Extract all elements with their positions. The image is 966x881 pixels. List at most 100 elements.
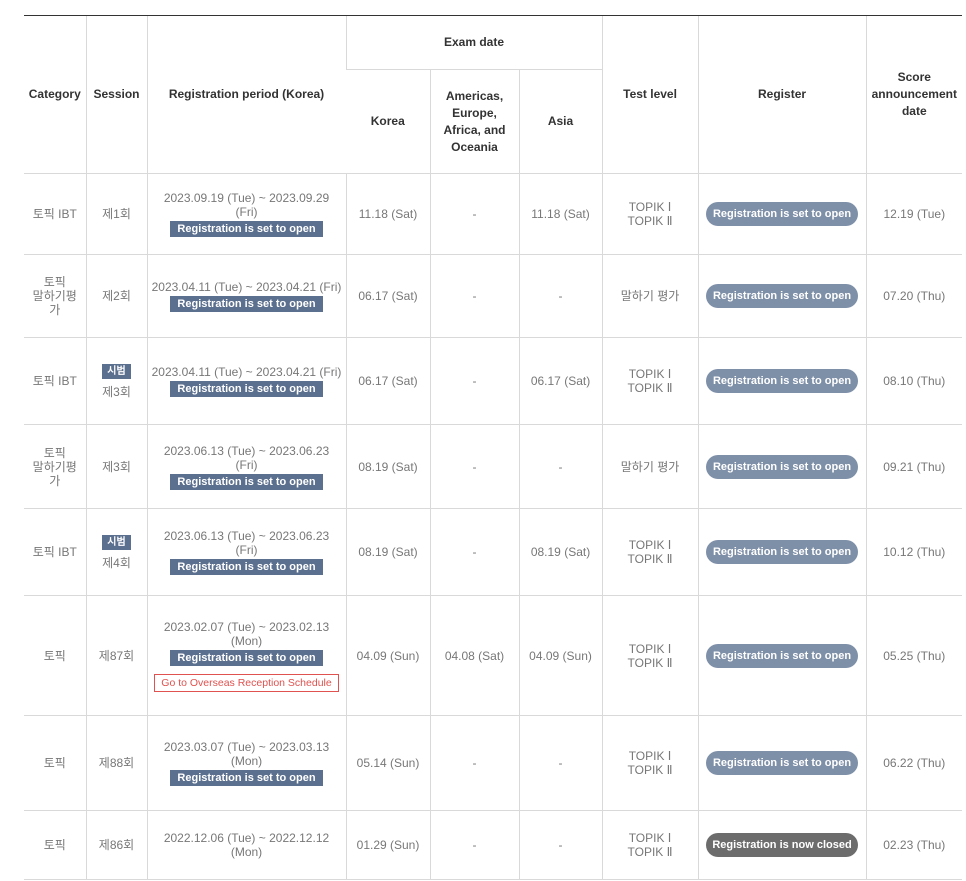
- table-row: 토픽 IBT 제1회 2023.09.19 (Tue) ~ 2023.09.29 (…: [24, 173, 963, 255]
- cell-date-korea: 04.09 (Sun): [345, 595, 430, 716]
- cell-category: 토픽: [24, 715, 86, 811]
- cell-register: Registration is set to open: [697, 337, 867, 425]
- cell-date-korea: 06.17 (Sat): [345, 337, 430, 425]
- header-registration-period: Registration period (Korea): [146, 15, 346, 174]
- pilot-badge: 시범: [102, 535, 131, 550]
- cell-session: 제87회: [85, 595, 147, 716]
- cell-date-asia: -: [518, 715, 603, 811]
- cell-date-americas: 04.08 (Sat): [429, 595, 519, 716]
- cell-score-date: 10.12 (Thu): [865, 508, 963, 596]
- level-topik-1: TOPIK Ⅰ: [628, 831, 672, 845]
- cell-category: 토픽 IBT: [24, 508, 86, 596]
- level-topik-2: TOPIK Ⅱ: [627, 214, 673, 228]
- level-topik-1: TOPIK Ⅰ: [628, 538, 672, 552]
- exam-schedule-table: Category Session Registration period (Ko…: [24, 15, 963, 880]
- header-americas: Americas, Europe, Africa, and Oceania: [429, 69, 519, 174]
- table-row: 토픽 말하기평 가 제3회 2023.06.13 (Tue) ~ 2023.06.2…: [24, 424, 963, 509]
- cell-session: 시범제3회: [85, 337, 147, 425]
- cell-test-level: TOPIK Ⅰ TOPIK Ⅱ: [601, 173, 699, 255]
- header-register: Register: [697, 15, 867, 174]
- period-status-tag: Registration is set to open: [170, 473, 323, 490]
- cell-date-asia: -: [518, 424, 603, 509]
- cell-date-korea: 01.29 (Sun): [345, 810, 430, 880]
- period-text: 2023.06.13 (Tue) ~ 2023.06.23 (Fri): [163, 529, 330, 557]
- level-speaking: 말하기 평가: [620, 289, 680, 303]
- session-label: 제2회: [102, 289, 131, 303]
- session-label: 제86회: [98, 838, 135, 852]
- cell-date-korea: 06.17 (Sat): [345, 254, 430, 338]
- registration-open-button[interactable]: Registration is set to open: [706, 540, 859, 564]
- cell-registration-period: 2023.09.19 (Tue) ~ 2023.09.29 (Fri) Regis…: [146, 173, 346, 255]
- cell-test-level: 말하기 평가: [601, 254, 699, 338]
- registration-closed-button[interactable]: Registration is now closed: [706, 833, 859, 857]
- cell-date-korea: 08.19 (Sat): [345, 508, 430, 596]
- cell-date-americas: -: [429, 337, 519, 425]
- level-topik-1: TOPIK Ⅰ: [628, 641, 672, 656]
- cell-registration-period: 2023.06.13 (Tue) ~ 2023.06.23 (Fri) Regis…: [146, 508, 346, 596]
- registration-open-button[interactable]: Registration is set to open: [706, 369, 859, 393]
- cell-date-americas: -: [429, 810, 519, 880]
- cell-date-asia: -: [518, 810, 603, 880]
- table-row: 토픽 말하기평 가 제2회 2023.04.11 (Tue) ~ 2023.04.2…: [24, 254, 963, 338]
- period-text: 2022.12.06 (Tue) ~ 2022.12.12 (Mon): [163, 831, 330, 859]
- registration-open-button[interactable]: Registration is set to open: [706, 284, 859, 308]
- cell-date-asia: -: [518, 254, 603, 338]
- session-label: 제3회: [102, 385, 131, 399]
- level-topik-2: TOPIK Ⅱ: [627, 552, 673, 566]
- cell-session: 제86회: [85, 810, 147, 880]
- cell-register: Registration is set to open: [697, 424, 867, 509]
- cell-category: 토픽: [24, 595, 86, 716]
- cell-test-level: TOPIK Ⅰ TOPIK Ⅱ: [601, 337, 699, 425]
- cell-registration-period: 2023.04.11 (Tue) ~ 2023.04.21 (Fri) Regis…: [146, 337, 346, 425]
- header-score-date: Score announcement date: [865, 15, 963, 174]
- cell-register: Registration is now closed: [697, 810, 867, 880]
- period-status-tag: Registration is set to open: [170, 770, 323, 786]
- registration-open-button[interactable]: Registration is set to open: [706, 751, 859, 775]
- cell-registration-period: 2022.12.06 (Tue) ~ 2022.12.12 (Mon): [146, 810, 346, 880]
- cell-date-asia: 08.19 (Sat): [518, 508, 603, 596]
- registration-open-button[interactable]: Registration is set to open: [706, 454, 859, 479]
- cell-registration-period: 2023.03.07 (Tue) ~ 2023.03.13 (Mon) Regis…: [146, 715, 346, 811]
- period-status-tag: Registration is set to open: [170, 649, 323, 666]
- period-text: 2023.09.19 (Tue) ~ 2023.09.29 (Fri): [163, 191, 330, 219]
- session-label: 제88회: [98, 756, 135, 770]
- cell-test-level: TOPIK Ⅰ TOPIK Ⅱ: [601, 595, 699, 716]
- cell-score-date: 06.22 (Thu): [865, 715, 963, 811]
- level-topik-2: TOPIK Ⅱ: [627, 655, 673, 670]
- cell-score-date: 08.10 (Thu): [865, 337, 963, 425]
- session-label: 제1회: [102, 207, 131, 221]
- level-topik-1: TOPIK Ⅰ: [628, 367, 672, 381]
- level-topik-1: TOPIK Ⅰ: [628, 749, 672, 763]
- registration-open-button[interactable]: Registration is set to open: [706, 643, 859, 668]
- table-row: 토픽 제86회 2022.12.06 (Tue) ~ 2022.12.12 (Mon…: [24, 810, 963, 880]
- overseas-schedule-link[interactable]: Go to Overseas Reception Schedule: [154, 673, 339, 692]
- session-label: 제4회: [102, 556, 131, 570]
- registration-open-button[interactable]: Registration is set to open: [706, 202, 859, 226]
- table-row: 토픽 제88회 2023.03.07 (Tue) ~ 2023.03.13 (Mon…: [24, 715, 963, 811]
- cell-date-korea: 08.19 (Sat): [345, 424, 430, 509]
- cell-date-americas: -: [429, 254, 519, 338]
- cell-register: Registration is set to open: [697, 173, 867, 255]
- header-exam-date: Exam date: [345, 15, 603, 70]
- cell-date-americas: -: [429, 424, 519, 509]
- cell-date-asia: 06.17 (Sat): [518, 337, 603, 425]
- cell-category: 토픽 IBT: [24, 173, 86, 255]
- cell-date-korea: 11.18 (Sat): [345, 173, 430, 255]
- level-speaking: 말하기 평가: [620, 459, 680, 474]
- level-topik-2: TOPIK Ⅱ: [627, 845, 673, 859]
- cell-score-date: 09.21 (Thu): [865, 424, 963, 509]
- pilot-badge: 시범: [102, 364, 131, 379]
- cell-registration-period: 2023.04.11 (Tue) ~ 2023.04.21 (Fri) Regis…: [146, 254, 346, 338]
- period-status-tag: Registration is set to open: [170, 296, 323, 312]
- table-row: 토픽 IBT 시범 제3회 2023.04.11 (Tue) ~ 2023.04.21…: [24, 337, 963, 425]
- cell-date-americas: -: [429, 508, 519, 596]
- cell-category: 토픽 IBT: [24, 337, 86, 425]
- cell-registration-period: 2023.06.13 (Tue) ~ 2023.06.23 (Fri) Regis…: [146, 424, 346, 509]
- cell-session: 제88회: [85, 715, 147, 811]
- period-text: 2023.06.13 (Tue) ~ 2023.06.23 (Fri): [163, 443, 330, 472]
- cell-session: 제2회: [85, 254, 147, 338]
- cell-score-date: 02.23 (Thu): [865, 810, 963, 880]
- level-topik-2: TOPIK Ⅱ: [627, 763, 673, 777]
- cell-category: 토픽: [24, 810, 86, 880]
- cell-date-americas: -: [429, 715, 519, 811]
